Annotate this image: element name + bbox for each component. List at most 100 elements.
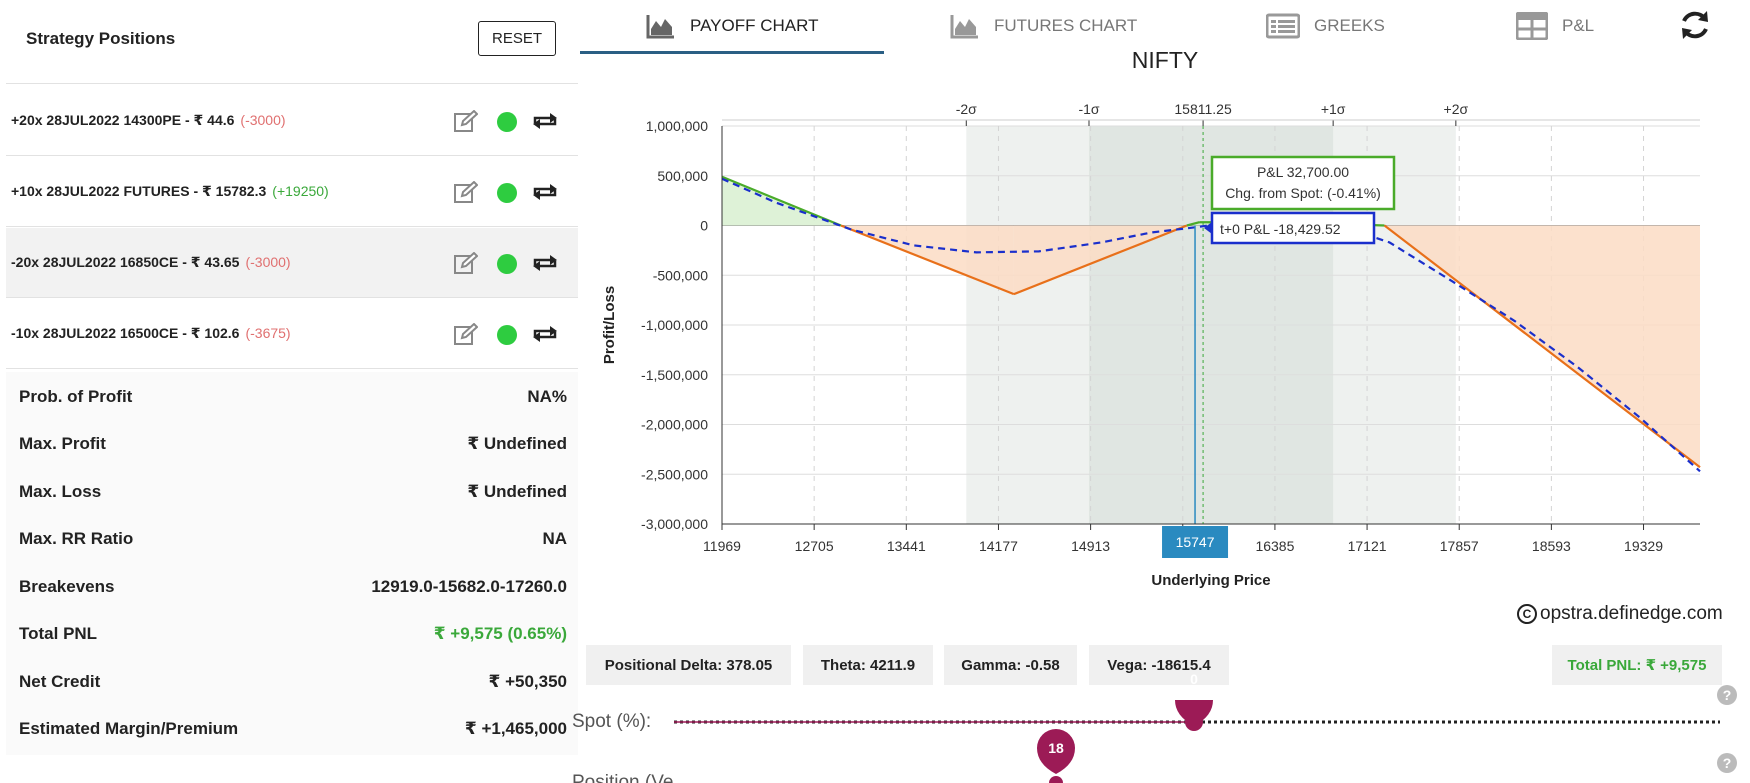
- spot-slider-label: Spot (%):: [572, 711, 652, 732]
- stat-label: Max. Loss: [19, 482, 102, 501]
- y-tick-label: -1,000,000: [641, 317, 708, 333]
- sigma-label: 15811.25: [1174, 101, 1232, 117]
- swap-icon[interactable]: [532, 111, 558, 131]
- tab-pnl[interactable]: P&L: [1516, 0, 1594, 52]
- stat-row: Max. Loss ₹ Undefined: [19, 482, 567, 510]
- refresh-icon[interactable]: [1678, 8, 1712, 42]
- theta-value: Theta: 4211.9: [803, 645, 933, 685]
- position-text: -10x 28JUL2022 16500CE - ₹ 102.6 (-3675): [11, 325, 291, 342]
- status-toggle[interactable]: [497, 183, 517, 203]
- spot-slider[interactable]: [670, 700, 1730, 783]
- tab-greeks[interactable]: GREEKS: [1266, 0, 1385, 52]
- tab-payoff-chart[interactable]: PAYOFF CHART: [646, 0, 818, 52]
- strategy-panel: Strategy Positions RESET +20x 28JUL2022 …: [6, 0, 578, 755]
- x-tick-label: 16385: [1255, 538, 1294, 554]
- stat-label: Net Credit: [19, 672, 101, 691]
- status-toggle[interactable]: [497, 112, 517, 132]
- help-icon[interactable]: ?: [1717, 753, 1737, 773]
- spot-marker-label: 15747: [1176, 534, 1215, 550]
- position-change: (-3675): [245, 325, 291, 341]
- total-pnl-badge: Total PNL: ₹ +9,575: [1552, 645, 1722, 685]
- reset-button[interactable]: RESET: [478, 21, 556, 56]
- position-label: -20x 28JUL2022 16850CE - ₹ 43.65: [11, 254, 240, 270]
- sigma-label: -1σ: [1078, 101, 1099, 117]
- sigma-label: -2σ: [956, 101, 977, 117]
- strategy-stats: Prob. of Profit NA% Max. Profit ₹ Undefined…: [6, 372, 578, 755]
- stat-value: ₹ +50,350: [488, 672, 567, 691]
- swap-icon[interactable]: [532, 253, 558, 273]
- status-toggle[interactable]: [497, 254, 517, 274]
- payoff-chart[interactable]: 1,000,000 500,000 0 -500,000 -1,000,000 -1,50…: [580, 50, 1750, 590]
- position-change: (-3000): [240, 112, 286, 128]
- stat-row: Breakevens 12919.0-15682.0-17260.0: [19, 577, 567, 605]
- gamma-value: Gamma: -0.58: [944, 645, 1077, 685]
- copyright: C opstra.definedge.com: [1517, 603, 1723, 625]
- y-tick-label: 500,000: [657, 168, 708, 184]
- tab-label: P&L: [1562, 16, 1595, 35]
- edit-icon[interactable]: [454, 323, 478, 345]
- y-tick-label: -500,000: [653, 267, 708, 283]
- y-tick-label: -2,000,000: [641, 417, 708, 433]
- pnl-tooltip-line: P&L 32,700.00: [1257, 164, 1349, 180]
- swap-icon[interactable]: [532, 182, 558, 202]
- y-tick-label: -1,500,000: [641, 367, 708, 383]
- position-text: -20x 28JUL2022 16850CE - ₹ 43.65 (-3000): [11, 254, 291, 271]
- stat-value: ₹ Undefined: [467, 482, 567, 501]
- position-row: -20x 28JUL2022 16850CE - ₹ 43.65 (-3000): [6, 228, 578, 298]
- x-tick-label: 12705: [795, 538, 834, 554]
- stat-row: Net Credit ₹ +50,350: [19, 672, 567, 700]
- stat-row: Max. Profit ₹ Undefined: [19, 434, 567, 462]
- chart-tabs: PAYOFF CHART FUTURES CHART GREEKS P&L: [580, 0, 1750, 54]
- tab-label: GREEKS: [1314, 16, 1385, 35]
- y-tick-label: 1,000,000: [646, 118, 708, 134]
- position-label: +20x 28JUL2022 14300PE - ₹ 44.6: [11, 112, 235, 128]
- x-tick-label: 18593: [1532, 538, 1571, 554]
- strategy-title: Strategy Positions: [26, 29, 176, 48]
- stat-label: Max. Profit: [19, 434, 106, 453]
- stat-label: Estimated Margin/Premium: [19, 719, 239, 738]
- status-toggle[interactable]: [497, 325, 517, 345]
- second-slider-label: Position (Ve: [572, 772, 674, 783]
- stat-value: ₹ Undefined: [467, 434, 567, 453]
- position-text: +20x 28JUL2022 14300PE - ₹ 44.6 (-3000): [11, 112, 286, 129]
- chg-tooltip-line: Chg. from Spot: (-0.41%): [1225, 185, 1381, 201]
- stat-label: Max. RR Ratio: [19, 529, 134, 548]
- spot-value: 0: [1190, 671, 1198, 687]
- edit-icon[interactable]: [454, 252, 478, 274]
- x-axis-title: Underlying Price: [1151, 572, 1270, 589]
- edit-icon[interactable]: [454, 110, 478, 132]
- position-row: +20x 28JUL2022 14300PE - ₹ 44.6 (-3000): [6, 86, 578, 156]
- x-tick-label: 13441: [887, 538, 926, 554]
- chart-title: NIFTY: [1132, 50, 1198, 73]
- x-tick-label: 11969: [703, 538, 741, 554]
- x-tick-label: 17857: [1440, 538, 1479, 554]
- tab-label: PAYOFF CHART: [690, 16, 819, 35]
- sigma-label: +2σ: [1444, 101, 1469, 117]
- stat-value: ₹ +9,575 (0.65%): [433, 624, 567, 643]
- stat-label: Total PNL: [19, 624, 98, 643]
- position-change: (+19250): [272, 183, 329, 199]
- area-chart-icon: [950, 15, 978, 39]
- stat-row: Estimated Margin/Premium ₹ +1,465,000: [19, 719, 567, 747]
- edit-icon[interactable]: [454, 181, 478, 203]
- t0-tooltip-text: t+0 P&L -18,429.52: [1220, 221, 1341, 237]
- tab-futures-chart[interactable]: FUTURES CHART: [950, 0, 1137, 52]
- x-tick-label: 19329: [1624, 538, 1663, 554]
- stat-label: Breakevens: [19, 577, 115, 596]
- swap-icon[interactable]: [532, 324, 558, 344]
- stat-value: 12919.0-15682.0-17260.0: [371, 577, 567, 596]
- y-tick-label: 0: [700, 218, 708, 234]
- stat-row: Max. RR Ratio NA: [19, 529, 567, 557]
- tab-label: FUTURES CHART: [994, 16, 1138, 35]
- days-value-bubble: [1037, 729, 1075, 783]
- stat-row: Total PNL ₹ +9,575 (0.65%): [19, 624, 567, 652]
- position-row: +10x 28JUL2022 FUTURES - ₹ 15782.3 (+1925…: [6, 157, 578, 227]
- area-chart-icon: [646, 15, 674, 39]
- positional-delta: Positional Delta: 378.05: [586, 645, 791, 685]
- position-text: +10x 28JUL2022 FUTURES - ₹ 15782.3 (+1925…: [11, 183, 329, 200]
- y-tick-label: -2,500,000: [641, 466, 708, 482]
- position-row: -10x 28JUL2022 16500CE - ₹ 102.6 (-3675): [6, 299, 578, 369]
- help-icon[interactable]: ?: [1717, 685, 1737, 705]
- stat-value: NA%: [527, 387, 567, 406]
- copyright-icon: C: [1517, 604, 1537, 624]
